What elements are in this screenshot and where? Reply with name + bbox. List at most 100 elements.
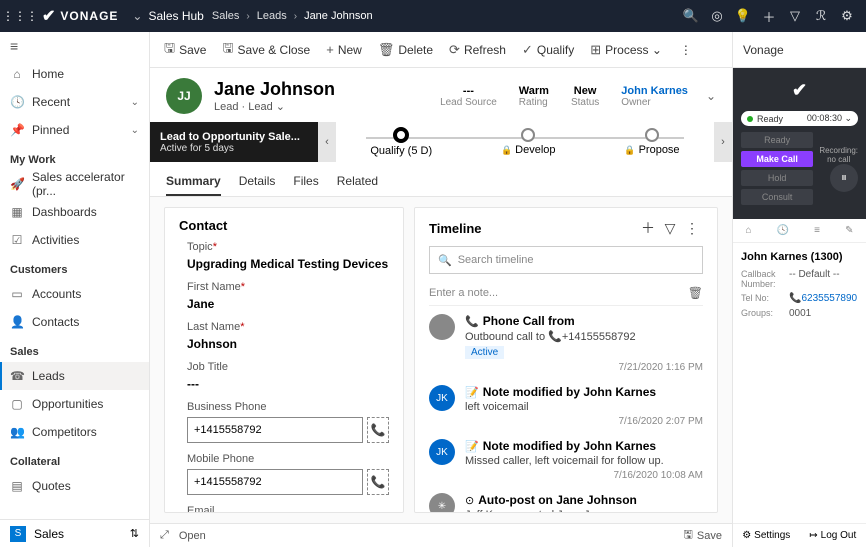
page-subtitle[interactable]: Lead · Lead ⌄ [214,100,335,113]
chevron-down-icon[interactable]: ⌄ [706,89,716,103]
cmd-button[interactable]: 🗑Delete [370,36,441,64]
contact-panel: Contact Topic*Upgrading Medical Testing … [164,207,404,513]
hold-button[interactable]: Hold [741,170,813,186]
cmd-button[interactable]: ✓Qualify [514,36,582,64]
vonage-logo-icon: ✔ [741,76,858,111]
lock-icon: 🔒 [624,145,635,156]
activity-icon: 📝 [465,386,479,399]
ready-button[interactable]: Ready [741,132,813,148]
search-icon[interactable]: 🔍 [678,8,704,24]
filter-icon[interactable]: ▽ [782,8,808,24]
page-title: Jane Johnson [214,79,335,100]
make-call-button[interactable]: Make Call [741,151,813,167]
stage[interactable]: Qualify (5 D) [370,127,432,157]
sidebar-item[interactable]: ▭Accounts [0,280,149,308]
bulb-icon[interactable]: 💡 [730,8,756,24]
tab-details[interactable]: Details [239,168,276,196]
tab-related[interactable]: Related [337,168,378,196]
sidebar-item[interactable]: ☑Activities [0,226,149,254]
sidebar-item[interactable]: 🚀Sales accelerator (pr... [0,170,149,198]
cmd-button[interactable]: +New [318,36,370,64]
sidebar-item[interactable]: ▦Dashboards [0,198,149,226]
sidebar-item-pinned[interactable]: 📌Pinned⌄ [0,116,149,144]
topic-value[interactable]: Upgrading Medical Testing Devices [187,257,389,271]
first-name-value[interactable]: Jane [187,297,389,311]
meta-label: Status [571,97,599,108]
logout-button[interactable]: ↦Log Out [800,524,866,547]
cmd-button[interactable]: ⟳Refresh [441,36,514,64]
sidebar-item-home[interactable]: ⌂Home [0,60,149,88]
timeline-item[interactable]: JK📝Note modified by John KarnesMissed ca… [429,439,703,481]
cmd-icon: ⟳ [449,42,460,58]
sidebar-item[interactable]: ▢Opportunities [0,390,149,418]
cmd-icon: 🖫 [222,39,233,61]
phone-icon[interactable]: 📞 [367,417,389,443]
item-icon: 👥 [10,425,24,439]
cmd-button[interactable]: 🖫Save & Close [214,36,318,64]
pause-icon[interactable]: ⏸ [830,164,858,192]
avatar [429,314,455,340]
more-icon[interactable]: ⋮ [681,220,703,237]
sidebar-item-recent[interactable]: 🕓Recent⌄ [0,88,149,116]
ready-pill[interactable]: Ready00:08:30 ⌄ [741,111,858,126]
business-phone-input[interactable] [187,417,363,443]
timeline-item[interactable]: ✳⊙Auto-post on Jane JohnsonJeff Karas cr… [429,493,703,513]
timeline-panel: Timeline ＋ ▽ ⋮ 🔍Search timeline Enter a … [414,207,718,513]
target-icon[interactable]: ◎ [704,8,730,24]
cmd-icon: ✓ [522,42,533,58]
avatar: ✳ [429,493,455,513]
sidebar-footer[interactable]: SSales⇅ [0,519,149,547]
note-icon[interactable]: ✎ [845,225,853,236]
process-bar: Lead to Opportunity Sale...Active for 5 … [150,122,732,162]
settings-button[interactable]: ⚙Settings [733,524,800,547]
cmd-button[interactable]: 🖫Save [156,36,214,64]
stage[interactable]: 🔒Develop [501,128,556,156]
filter-icon[interactable]: ▽ [659,220,681,237]
home-icon[interactable]: ⌂ [746,225,752,236]
timeline-item[interactable]: 📞Phone Call fromOutbound call to 📞+14155… [429,314,703,373]
mobile-phone-input[interactable] [187,469,363,495]
phone-icon[interactable]: 📞 [367,469,389,495]
chevron-down-icon[interactable]: ⌄ [132,9,142,23]
assist-icon[interactable]: ℛ [808,8,834,24]
consult-button[interactable]: Consult [741,189,813,205]
last-name-value[interactable]: Johnson [187,337,389,351]
hub-name[interactable]: Sales Hub [148,9,203,23]
note-input[interactable]: Enter a note...🗑 [429,280,703,306]
agent-name: John Karnes (1300) [741,251,858,263]
status-bar: ⤢ Open 🖫Save [150,523,732,547]
trash-icon[interactable]: 🗑 [688,286,703,300]
sidebar-group-heading: Customers [0,254,149,280]
cmd-icon: 🗑 [378,42,395,58]
chevron-right-icon[interactable]: › [714,122,732,162]
sidebar-item[interactable]: ☎Leads [0,362,149,390]
sidebar-group-heading: Sales [0,336,149,362]
save-icon[interactable]: 🖫 [684,526,693,545]
sidebar-item[interactable]: 👤Contacts [0,308,149,336]
clock-icon[interactable]: 🕓 [777,225,789,236]
list-icon[interactable]: ≡ [814,225,820,236]
meta-label: Owner [621,97,688,108]
app-launcher-icon[interactable]: ⋮⋮⋮ [6,9,34,23]
tab-files[interactable]: Files [293,168,318,196]
plus-icon[interactable]: ＋ [756,7,782,26]
contact-title: Contact [179,218,389,233]
hamburger-icon[interactable]: ≡ [0,32,149,60]
sidebar-item[interactable]: 👥Competitors [0,418,149,446]
tab-summary[interactable]: Summary [166,168,221,196]
overflow-icon[interactable]: ⋮ [672,36,700,64]
popout-icon[interactable]: ⤢ [160,529,169,542]
gear-icon[interactable]: ⚙ [834,8,860,24]
search-icon: 🔍 [438,254,452,267]
stage[interactable]: 🔒Propose [624,128,679,156]
job-title-value[interactable]: --- [187,377,389,391]
item-icon: ☎ [10,369,24,383]
chevron-left-icon[interactable]: ‹ [318,122,336,162]
item-icon: ▤ [10,479,24,493]
plus-icon[interactable]: ＋ [637,218,659,238]
sidebar-item[interactable]: ▤Quotes [0,472,149,500]
process-name[interactable]: Lead to Opportunity Sale...Active for 5 … [150,122,318,162]
timeline-search[interactable]: 🔍Search timeline [429,246,703,274]
cmd-button[interactable]: ⊞Process ⌄ [582,36,670,64]
timeline-item[interactable]: JK📝Note modified by John Karnesleft voic… [429,385,703,427]
